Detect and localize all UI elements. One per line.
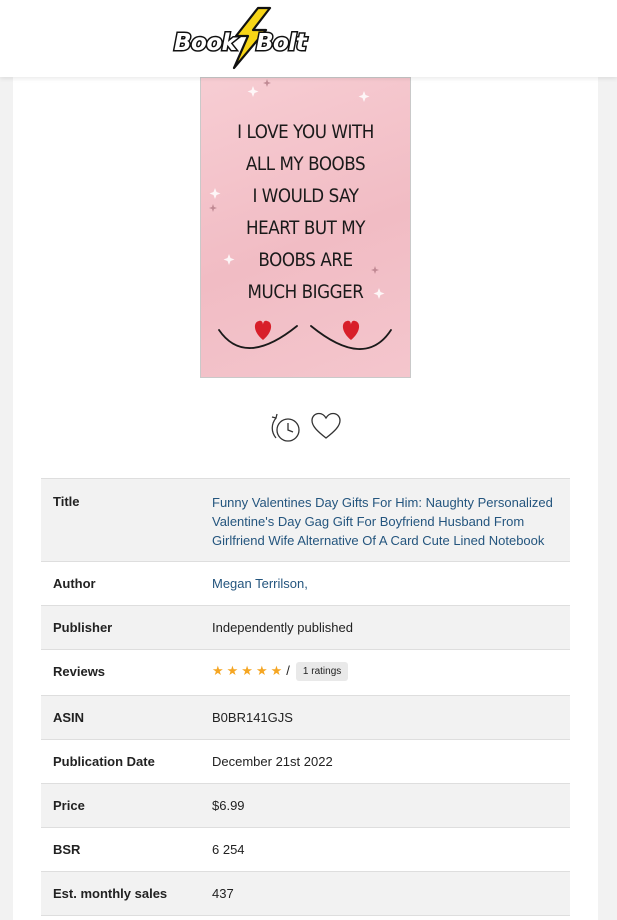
detail-row-publisher: Publisher Independently published [41,606,570,650]
cover-title-text: I LOVE YOU WITH ALL MY BOOBS I WOULD SAY… [237,121,374,303]
book-actions [268,410,348,444]
left-heart-icon [254,320,272,340]
detail-row-bsr: BSR 6 254 [41,828,570,872]
detail-row-reviews: Reviews ★★★★★/ 1 ratings [41,650,570,696]
ratings-count-badge[interactable]: 1 ratings [295,662,349,681]
detail-row-author: Author Megan Terrilson, [41,562,570,606]
heart-outline-icon[interactable] [311,412,341,440]
detail-row-title: Title Funny Valentines Day Gifts For Him… [41,479,570,562]
history-clock-icon[interactable] [268,410,304,444]
bookbolt-logo[interactable]: Book Bolt [172,6,322,70]
title-link[interactable]: Funny Valentines Day Gifts For Him: Naug… [212,493,562,550]
star-rating-icon: ★★★★★ [212,663,286,678]
bsr-label: BSR [53,842,81,857]
top-bar: Book Bolt [0,0,617,77]
monthly-sales-value: 437 [212,886,234,901]
right-heart-icon [342,320,360,340]
title-label: Title [53,494,80,509]
reviews-value: ★★★★★/ 1 ratings [212,662,349,681]
book-cover[interactable]: I LOVE YOU WITH ALL MY BOOBS I WOULD SAY… [200,77,411,378]
reviews-separator: / [286,663,290,678]
logo-text-left: Book [174,30,239,56]
publication-date-label: Publication Date [53,754,155,769]
detail-row-publication-date: Publication Date December 21st 2022 [41,740,570,784]
detail-row-monthly-sales: Est. monthly sales 437 [41,872,570,916]
asin-value: B0BR141GJS [212,710,293,725]
author-link[interactable]: Megan Terrilson, [212,576,308,591]
author-label: Author [53,576,96,591]
bsr-value: 6 254 [212,842,245,857]
price-value: $6.99 [212,798,245,813]
book-details-table: Title Funny Valentines Day Gifts For Him… [41,478,570,916]
detail-row-price: Price $6.99 [41,784,570,828]
asin-label: ASIN [53,710,85,725]
publisher-label: Publisher [53,620,113,635]
monthly-sales-label: Est. monthly sales [53,886,168,901]
price-label: Price [53,798,85,813]
publication-date-value: December 21st 2022 [212,754,333,769]
reviews-label: Reviews [53,664,106,679]
publisher-value: Independently published [212,620,353,635]
detail-row-asin: ASIN B0BR141GJS [41,696,570,740]
logo-text-right: Bolt [256,30,308,56]
